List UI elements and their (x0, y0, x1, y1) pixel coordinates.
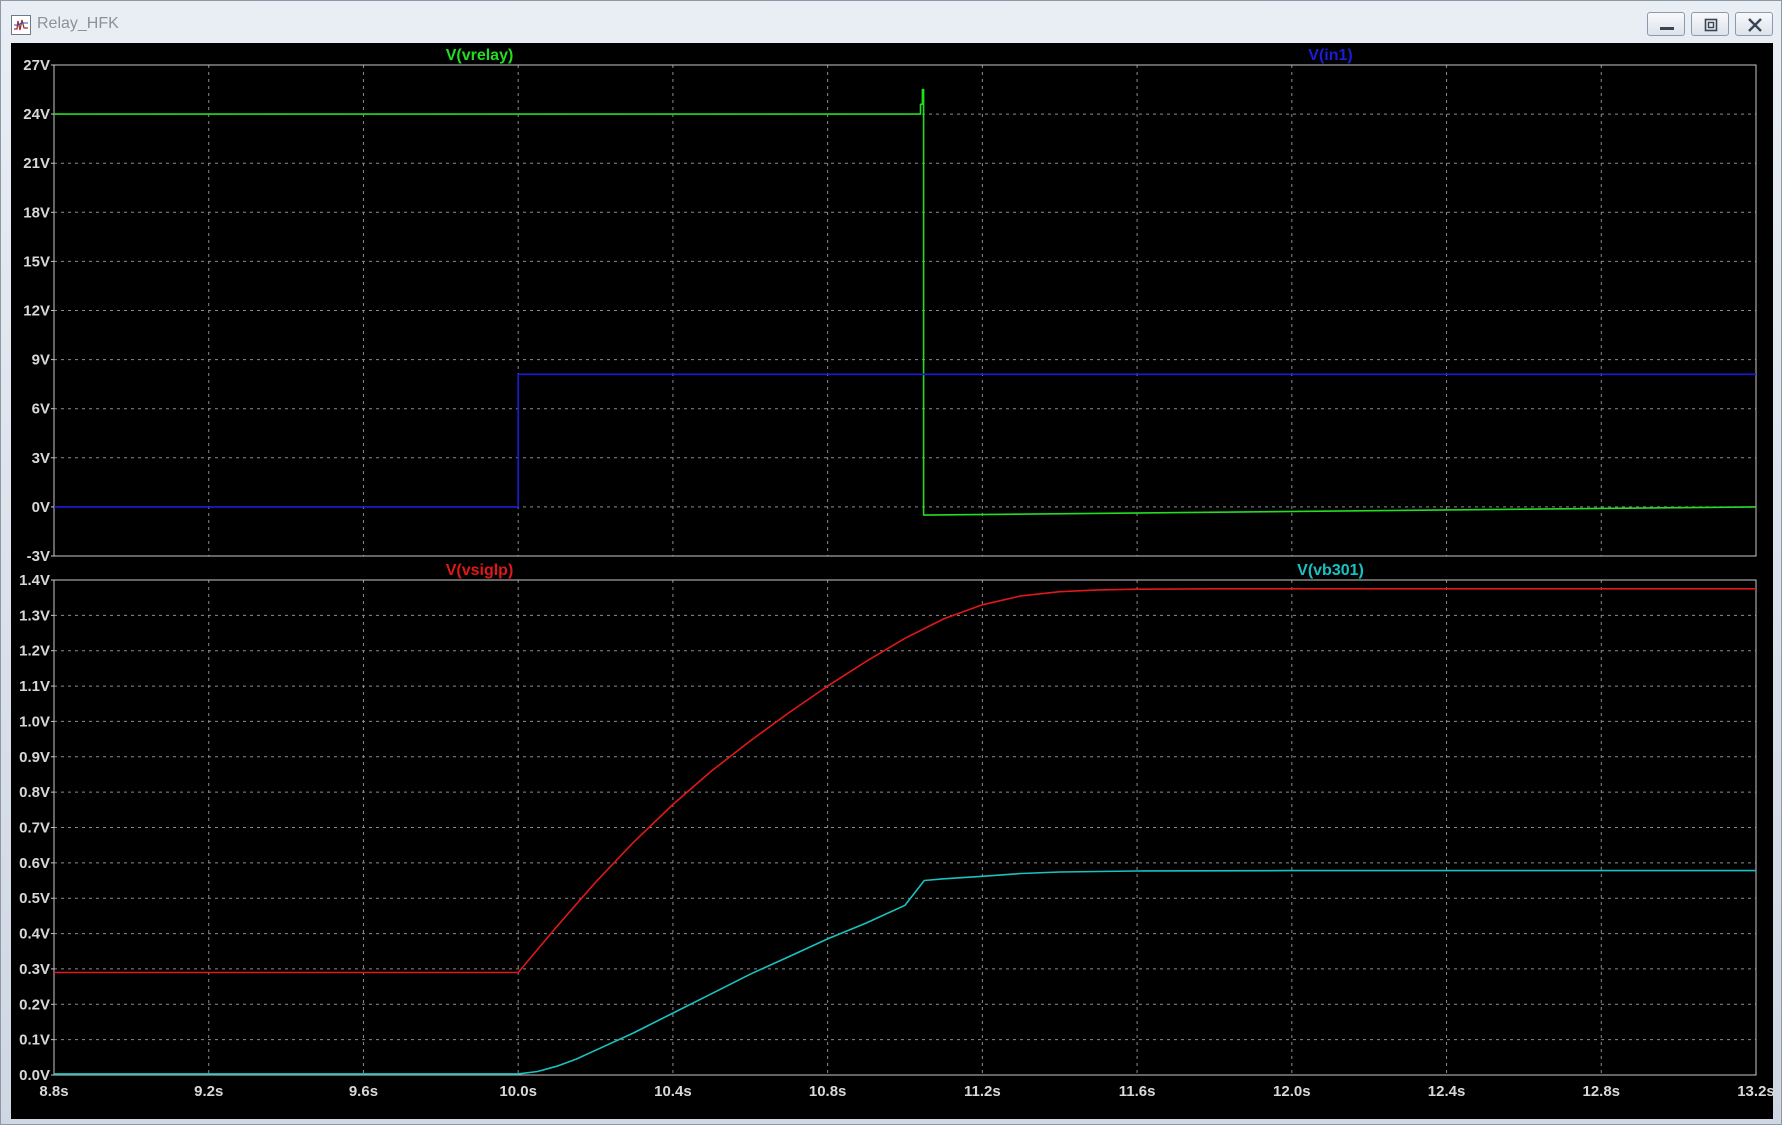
y-tick-label: 0.1V (19, 1032, 50, 1049)
waveform-plot[interactable]: -3V 0V 3V 6V 9V 12V 15V 18V 21V 24V 27V V(vrelay) V(… (11, 43, 1773, 1119)
trace-label[interactable]: V(in1) (1308, 47, 1352, 64)
bottom-pane-frame (53, 579, 1757, 1076)
minimize-button[interactable] (1647, 12, 1685, 36)
y-tick-label: 1.3V (19, 607, 50, 624)
y-tick-label: 24V (23, 106, 50, 123)
x-tick-label: 8.8s (39, 1083, 68, 1100)
y-tick-label: 1.2V (19, 643, 50, 660)
y-tick-label: 0.7V (19, 820, 50, 837)
y-tick-label: 18V (23, 204, 50, 221)
x-tick-label: 11.6s (1119, 1083, 1156, 1100)
top-pane[interactable]: -3V 0V 3V 6V 9V 12V 15V 18V 21V 24V 27V V(vrelay) V(… (23, 47, 1757, 565)
y-tick-label: 0V (32, 499, 50, 516)
y-tick-label: 1.1V (19, 678, 50, 695)
top-pane-frame (53, 64, 1757, 557)
y-tick-label: 0.9V (19, 749, 50, 766)
waveform-app-icon (11, 15, 31, 35)
y-tick-label: 1.0V (19, 713, 50, 730)
y-tick-label: 0.5V (19, 890, 50, 907)
x-tick-label: 9.6s (349, 1083, 378, 1100)
y-tick-label: 12V (23, 303, 50, 320)
y-tick-label: 27V (23, 57, 50, 74)
x-tick-label: 11.2s (964, 1083, 1001, 1100)
close-icon (1748, 18, 1762, 32)
plot-area[interactable]: -3V 0V 3V 6V 9V 12V 15V 18V 21V 24V 27V V(vrelay) V(… (11, 43, 1773, 1119)
y-tick-label: 0.0V (19, 1067, 50, 1084)
x-tick-label: 12.4s (1428, 1083, 1466, 1100)
x-tick-label: 10.8s (809, 1083, 847, 1100)
bottom-pane[interactable]: 0.0V 0.1V 0.2V 0.3V 0.4V 0.5V 0.6V 0.7V 0.8V 0.9V… (19, 562, 1773, 1100)
y-tick-label: 0.4V (19, 926, 50, 943)
y-tick-label: -3V (27, 548, 50, 565)
minimize-icon (1660, 27, 1674, 30)
y-tick-label: 0.2V (19, 996, 50, 1013)
y-tick-label: 6V (32, 401, 50, 418)
window-title: Relay_HFK (37, 15, 119, 32)
restore-button[interactable] (1691, 12, 1729, 36)
x-tick-label: 10.4s (654, 1083, 692, 1100)
x-tick-label: 12.0s (1273, 1083, 1311, 1100)
x-tick-label: 9.2s (194, 1083, 223, 1100)
y-tick-label: 0.3V (19, 961, 50, 978)
x-tick-label: 12.8s (1582, 1083, 1620, 1100)
close-button[interactable] (1735, 12, 1773, 36)
y-tick-label: 0.6V (19, 855, 50, 872)
y-tick-label: 0.8V (19, 784, 50, 801)
trace-vin1[interactable] (54, 373, 1756, 508)
title-bar[interactable]: Relay_HFK (1, 1, 1781, 47)
restore-icon (1704, 18, 1718, 32)
y-tick-label: 21V (23, 155, 50, 172)
trace-label[interactable]: V(vsiglp) (446, 562, 514, 579)
y-tick-label: 3V (32, 450, 50, 467)
trace-label[interactable]: V(vrelay) (446, 47, 514, 64)
trace-vvsiglp[interactable] (54, 587, 1756, 974)
waveform-window: Relay_HFK -3V 0V 3V 6V 9V 12V 15V 18V 21V 24V 27V V… (0, 0, 1782, 1125)
trace-vvrelay[interactable] (54, 88, 1757, 516)
trace-label[interactable]: V(vb301) (1297, 562, 1364, 579)
y-tick-label: 1.4V (19, 572, 50, 589)
x-tick-label: 13.2s (1737, 1083, 1773, 1100)
x-tick-label: 10.0s (499, 1083, 537, 1100)
y-tick-label: 9V (32, 352, 50, 369)
y-tick-label: 15V (23, 253, 50, 270)
